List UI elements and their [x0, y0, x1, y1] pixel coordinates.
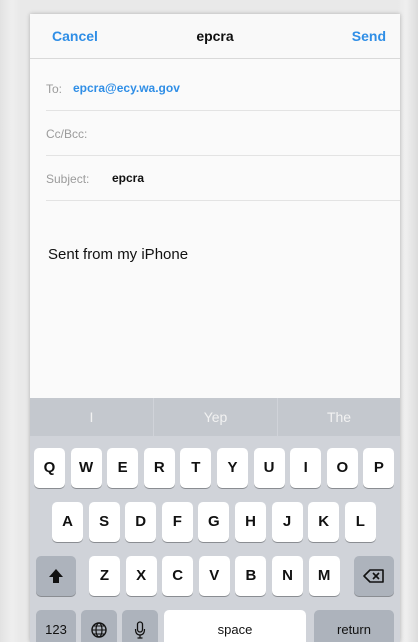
- subject-label: Subject:: [46, 172, 90, 186]
- key-x[interactable]: X: [125, 556, 157, 596]
- to-recipient[interactable]: epcra@ecy.wa.gov: [73, 81, 180, 95]
- return-key[interactable]: return: [314, 610, 394, 642]
- compose-nav-bar: Cancel epcra Send: [30, 14, 400, 59]
- key-p[interactable]: P: [363, 448, 395, 488]
- keyboard: I Yep The QWERTYUIOPASDFGHJKLZXCVBNM 123: [30, 398, 400, 642]
- key-y[interactable]: Y: [217, 448, 248, 488]
- backspace-icon: [363, 569, 384, 583]
- numbers-key[interactable]: 123: [36, 610, 76, 642]
- key-m[interactable]: M: [308, 556, 340, 596]
- shift-key[interactable]: [36, 556, 76, 596]
- key-n[interactable]: N: [272, 556, 303, 596]
- key-j[interactable]: J: [271, 502, 303, 542]
- key-a[interactable]: A: [52, 502, 83, 542]
- mail-compose-screen: Cancel epcra Send To: epcra@ecy.wa.gov C…: [30, 14, 400, 642]
- subject-field[interactable]: Subject: epcra: [46, 156, 400, 201]
- key-c[interactable]: C: [162, 556, 194, 596]
- key-e[interactable]: E: [107, 448, 139, 488]
- to-label: To:: [46, 82, 63, 96]
- space-key[interactable]: space: [164, 610, 306, 642]
- subject-value[interactable]: epcra: [112, 171, 144, 185]
- key-z[interactable]: Z: [89, 556, 120, 596]
- key-b[interactable]: B: [235, 556, 267, 596]
- key-l[interactable]: L: [344, 502, 376, 542]
- key-q[interactable]: Q: [34, 448, 65, 488]
- key-r[interactable]: R: [143, 448, 175, 488]
- send-button[interactable]: Send: [352, 28, 386, 44]
- key-s[interactable]: S: [88, 502, 120, 542]
- key-u[interactable]: U: [253, 448, 285, 488]
- suggestion-1[interactable]: I: [30, 398, 153, 436]
- key-g[interactable]: G: [198, 502, 230, 542]
- globe-key[interactable]: [81, 610, 117, 642]
- key-d[interactable]: D: [125, 502, 157, 542]
- suggestion-2[interactable]: Yep: [154, 398, 277, 436]
- key-f[interactable]: F: [161, 502, 193, 542]
- key-o[interactable]: O: [326, 448, 358, 488]
- key-t[interactable]: T: [180, 448, 212, 488]
- message-body[interactable]: Sent from my iPhone: [48, 246, 188, 263]
- shift-icon: [49, 569, 63, 583]
- cc-bcc-field[interactable]: Cc/Bcc:: [46, 111, 400, 156]
- delete-key[interactable]: [354, 556, 394, 596]
- dictation-key[interactable]: [122, 610, 158, 642]
- key-i[interactable]: I: [290, 448, 322, 488]
- to-field[interactable]: To: epcra@ecy.wa.gov: [46, 66, 400, 111]
- key-h[interactable]: H: [235, 502, 266, 542]
- globe-icon: [91, 622, 107, 638]
- microphone-icon: [134, 621, 146, 639]
- key-v[interactable]: V: [198, 556, 230, 596]
- compose-title: epcra: [196, 28, 234, 44]
- key-k[interactable]: K: [308, 502, 340, 542]
- cc-bcc-label: Cc/Bcc:: [46, 127, 88, 141]
- key-w[interactable]: W: [70, 448, 102, 488]
- suggestion-3[interactable]: The: [278, 398, 400, 436]
